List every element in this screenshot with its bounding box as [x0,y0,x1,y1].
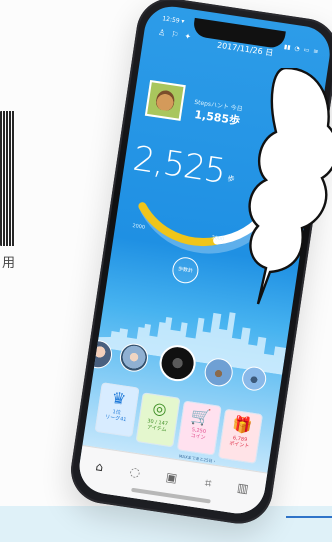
crown-icon: ♛ [110,387,128,409]
points-card-label: 6,789 ポイント [228,435,250,450]
camera-icon: ◎ [151,398,169,419]
status-icons: ▮▮ ◔ ▭ ≡ [283,43,318,55]
league-card-label: 1位 リーグ41 [104,409,127,424]
steps-unit: 歩 [226,174,235,184]
friend-avatar[interactable] [202,356,235,389]
status-time: 12:59 ▾ [161,15,185,26]
photo-icon[interactable]: ▣ [161,467,181,487]
walk-icon[interactable]: ⚐ [171,30,179,40]
league-card[interactable]: ♛ 1位 リーグ41 [94,382,140,438]
chart-icon[interactable]: ▥ [233,478,253,498]
qr-code [0,111,15,246]
speech-bubble-graphic [248,68,332,305]
side-label: 用 [2,256,16,271]
screenshot-scene: 用 12:59 ▾ ♙ ⚐ ✦ 2017/11/26 日 ▮▮ ◔ ▭ ≡ St… [0,0,332,542]
coins-card[interactable]: 🛒 5,250 コイン [176,400,222,456]
top-icon-group: ♙ ⚐ ✦ [158,28,192,42]
badge-icon[interactable]: ✦ [184,32,192,42]
items-card-label: 30 / 147 アイテム [146,418,169,434]
pedometer-button[interactable]: 歩数計 [170,255,201,286]
gift-icon: 🎁 [230,414,254,436]
steps-icon[interactable]: ♙ [158,28,166,38]
background-corner-chip [286,516,332,542]
wifi-icon: ◔ [293,44,301,53]
grid-icon[interactable]: ⌗ [198,473,218,493]
profile-avatar[interactable] [144,79,186,121]
friend-avatar[interactable] [118,341,150,374]
map-icon[interactable]: ◌ [125,462,145,482]
menu-icon[interactable]: ≡ [313,48,319,56]
points-card[interactable]: 🎁 6,789 ポイント [218,408,263,464]
friend-avatar-featured[interactable] [157,342,199,384]
friend-avatar[interactable] [240,364,268,393]
items-card[interactable]: ◎ 30 / 147 アイテム [135,392,181,448]
battery-icon: ▭ [303,46,310,55]
home-icon[interactable]: ⌂ [89,456,109,476]
coins-card-label: 5,250 コイン [190,426,207,442]
signal-icon: ▮▮ [283,43,292,52]
cart-icon: 🛒 [189,405,213,428]
